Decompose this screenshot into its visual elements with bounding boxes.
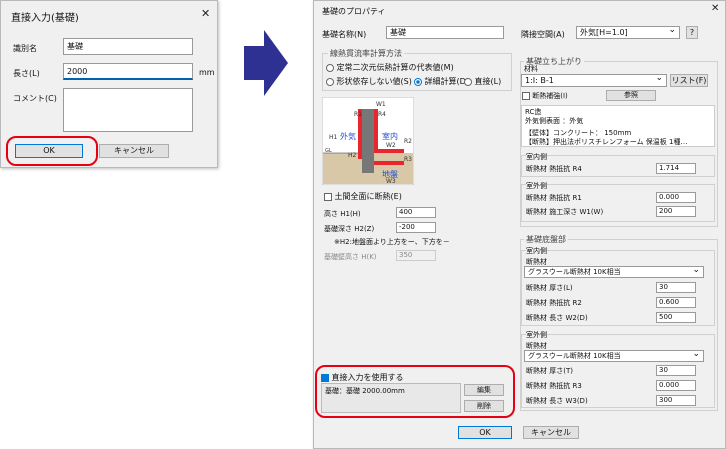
h2-label: 基礎深さ H2(Z) [324, 225, 375, 233]
foundation-wall [362, 109, 374, 173]
calc-option-direct[interactable]: 直接(L) [464, 76, 501, 87]
id-field[interactable]: 基礎 [63, 38, 193, 55]
bottom-title: 基礎底盤部 [524, 234, 568, 245]
direct-input-highlight [315, 365, 515, 418]
checkbox-icon[interactable] [324, 192, 332, 201]
checkbox-icon[interactable] [522, 92, 530, 100]
h2-mark: H2 [348, 152, 357, 159]
material-label: 材料 [524, 65, 538, 73]
h1-label: 高さ H1(H) [324, 210, 361, 218]
thickness2-label: 断熱材 厚さ(T) [526, 367, 573, 375]
length-w2-label: 断熱材 長さ W2(D) [526, 314, 588, 322]
cancel-button[interactable]: キャンセル [523, 426, 579, 439]
w1-label: 断熱材 施工深さ W1(W) [526, 208, 604, 216]
r4-mark: R4 [378, 111, 386, 118]
id-label: 識別名 [13, 44, 37, 53]
checkbox-label: 断熱補強(I) [532, 92, 568, 100]
wall-height-field: 350 [396, 250, 436, 261]
length-unit: mm [199, 68, 215, 77]
option-label: 定常二次元伝熱計算の代表値(M) [336, 63, 454, 72]
calc-method-title: 線熱貫流率計算方法 [328, 48, 404, 59]
material-select[interactable]: 1:I: B-1 [521, 74, 667, 87]
outside-label: 外気 [340, 131, 356, 141]
insulation2-select[interactable]: グラスウール断熱材 10K相当 [524, 350, 704, 362]
length-w3-label: 断熱材 長さ W3(D) [526, 397, 588, 405]
r3-field[interactable]: 0.000 [656, 380, 696, 391]
dialog-title: 基礎のプロパティ [322, 7, 386, 16]
thickness-label: 断熱材 厚さ(L) [526, 284, 573, 292]
adjacent-space-select[interactable]: 外気[H=1.0] [576, 26, 680, 39]
w3-mark: W3 [386, 178, 396, 185]
composition-box: RC造 外気側表面 ：外気 【壁体】コンクリート： 150mm 【断熱】押出法ポ… [521, 105, 715, 147]
ok-button[interactable]: OK [458, 426, 512, 439]
length-w3-field[interactable]: 300 [656, 395, 696, 406]
inside-label: 室内 [382, 131, 398, 141]
help-button[interactable]: ? [686, 26, 698, 39]
r4-field[interactable]: 1.714 [656, 163, 696, 174]
bottom-indoor-title: 室内側 [526, 246, 547, 256]
thickness2-field[interactable]: 30 [656, 365, 696, 376]
thickness-field[interactable]: 30 [656, 282, 696, 293]
r3-label: 断熱材 熱抵抗 R3 [526, 382, 582, 390]
comment-field[interactable] [63, 88, 193, 132]
insulation-reinforce-checkbox[interactable]: 断熱補強(I) [522, 91, 568, 101]
floor-insulation-checkbox[interactable]: 土間全面に断熱(E) [324, 191, 402, 202]
arrow-right-icon [244, 30, 288, 96]
name-label: 基礎名称(N) [322, 30, 367, 39]
radio-icon[interactable] [326, 77, 334, 86]
foundation-diagram: W1 R1 R4 H1 外気 室内 R2 H2 W2 GL R3 地盤 W3 [322, 97, 414, 185]
checkbox-label: 土間全面に断熱(E) [334, 192, 402, 201]
h1-mark: H1 [329, 134, 338, 141]
w2-mark: W2 [386, 142, 396, 149]
gl-mark: GL [325, 148, 332, 154]
h1-field[interactable]: 400 [396, 207, 436, 218]
r4-label: 断熱材 熱抵抗 R4 [526, 165, 582, 173]
radio-icon[interactable] [464, 77, 472, 86]
r2-field[interactable]: 0.600 [656, 297, 696, 308]
option-label: 詳細計算(D) [424, 77, 469, 86]
dialog-title: 直接入力(基礎) [11, 13, 79, 24]
radio-icon[interactable] [326, 63, 334, 72]
insulation-select[interactable]: グラスウール断熱材 10K相当 [524, 266, 704, 278]
cancel-button[interactable]: キャンセル [99, 144, 169, 158]
r1-label: 断熱材 熱抵抗 R1 [526, 194, 582, 202]
comment-label: コメント(C) [13, 94, 57, 103]
length-label: 長さ(L) [13, 69, 40, 78]
name-field[interactable]: 基礎 [386, 26, 504, 39]
list-button[interactable]: リスト(F) [670, 74, 708, 87]
close-icon[interactable]: ✕ [201, 7, 210, 20]
adjacent-space-label: 隣接空間(A) [521, 30, 565, 39]
r2-label: 断熱材 熱抵抗 R2 [526, 299, 582, 307]
w1-field[interactable]: 200 [656, 206, 696, 217]
ok-highlight [6, 136, 98, 166]
rise-outdoor-title: 室外側 [526, 181, 547, 191]
radio-selected-icon[interactable] [414, 77, 422, 86]
length-field[interactable]: 2000 [63, 63, 193, 80]
h2-field[interactable]: -200 [396, 222, 436, 233]
composition-line-4: 【断熱】押出法ポリスチレンフォーム 保温板 1種… [525, 138, 688, 146]
r1-mark: R1 [354, 111, 362, 118]
w1-mark: W1 [376, 101, 386, 108]
r1-field[interactable]: 0.000 [656, 192, 696, 203]
composition-line-2: 外気側表面 ：外気 [525, 117, 584, 125]
reference-button[interactable]: 参照 [606, 90, 656, 101]
close-icon[interactable]: ✕ [711, 3, 719, 14]
calc-option-shape-independent[interactable]: 形状依存しない値(S) [326, 76, 412, 87]
option-label: 直接(L) [474, 77, 502, 86]
length-w2-field[interactable]: 500 [656, 312, 696, 323]
r3-mark: R3 [404, 156, 412, 163]
bottom-outdoor-title: 室外側 [526, 330, 547, 340]
option-label: 形状依存しない値(S) [336, 77, 412, 86]
wall-height-label: 基礎壁高さ H(K) [324, 253, 377, 261]
r2-mark: R2 [404, 138, 412, 145]
calc-option-detailed[interactable]: 詳細計算(D) [414, 76, 469, 87]
h2-note: ※H2:地盤面より上方をー、下方を－ [334, 238, 450, 246]
rise-indoor-title: 室内側 [526, 152, 547, 162]
calc-option-representative[interactable]: 定常二次元伝熱計算の代表値(M) [326, 62, 454, 73]
